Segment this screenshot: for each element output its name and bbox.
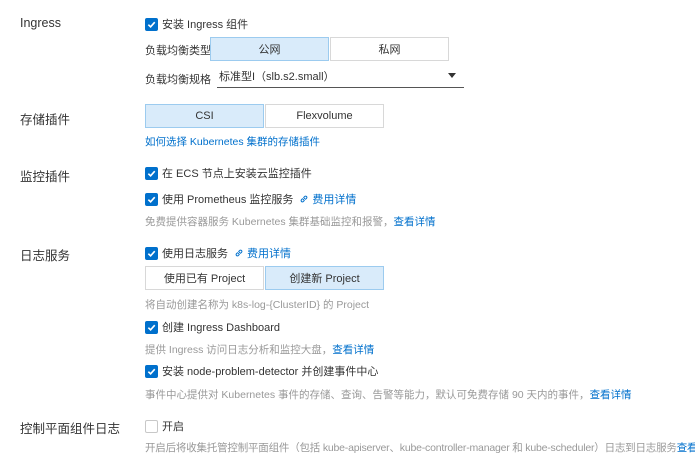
lb-type-public-button[interactable]: 公网 xyxy=(210,37,329,61)
prometheus-cost-link-label: 费用详情 xyxy=(312,194,357,206)
lb-type-private-button[interactable]: 私网 xyxy=(330,37,449,61)
npd-hint-link[interactable]: 查看详情 xyxy=(590,389,632,401)
storage-csi-button[interactable]: CSI xyxy=(145,104,264,128)
use-log-checkbox[interactable]: 使用日志服务 费用详情 xyxy=(145,245,291,261)
monitor-section-label: 监控插件 xyxy=(20,170,71,184)
link-icon xyxy=(235,249,243,257)
ingress-dashboard-label: 创建 Ingress Dashboard xyxy=(162,322,280,334)
control-plane-hint-text: 开启后将收集托管控制平面组件（包括 kube-apiserver、kube-co… xyxy=(145,442,677,454)
prometheus-cost-link[interactable]: 费用详情 xyxy=(299,191,356,207)
control-plane-hint: 开启后将收集托管控制平面组件（包括 kube-apiserver、kube-co… xyxy=(145,440,695,455)
checkbox-checked-icon[interactable] xyxy=(145,192,158,206)
ingress-section-label: Ingress xyxy=(20,16,61,30)
prometheus-label: 使用 Prometheus 监控服务 xyxy=(162,194,294,206)
link-icon xyxy=(301,195,308,203)
monitor-hint: 免费提供容器服务 Kubernetes 集群基础监控和报警，查看详情 xyxy=(145,214,436,229)
lb-spec-label: 负载均衡规格 xyxy=(145,74,211,86)
use-existing-project-button[interactable]: 使用已有 Project xyxy=(145,266,264,290)
npd-hint: 事件中心提供对 Kubernetes 事件的存储、查询、告警等能力，默认可免费存… xyxy=(145,387,632,402)
logging-section-label: 日志服务 xyxy=(20,249,71,263)
npd-hint-text: 事件中心提供对 Kubernetes 事件的存储、查询、告警等能力，默认可免费存… xyxy=(145,389,590,401)
checkbox-unchecked-icon[interactable] xyxy=(145,419,158,433)
create-new-project-button[interactable]: 创建新 Project xyxy=(265,266,384,290)
checkbox-checked-icon[interactable] xyxy=(145,246,158,260)
checkbox-checked-icon[interactable] xyxy=(145,17,158,31)
control-plane-hint-link[interactable]: 查看详情 xyxy=(677,442,695,454)
install-ingress-label: 安装 Ingress 组件 xyxy=(162,19,249,31)
control-plane-enable-checkbox[interactable]: 开启 xyxy=(145,418,184,434)
install-ingress-checkbox[interactable]: 安装 Ingress 组件 xyxy=(145,16,248,32)
use-log-label: 使用日志服务 xyxy=(162,248,228,260)
dashboard-hint-link[interactable]: 查看详情 xyxy=(332,344,374,356)
checkbox-checked-icon[interactable] xyxy=(145,166,158,180)
ecs-agent-label: 在 ECS 节点上安装云监控插件 xyxy=(162,168,312,180)
checkbox-checked-icon[interactable] xyxy=(145,364,158,378)
ecs-agent-checkbox[interactable]: 在 ECS 节点上安装云监控插件 xyxy=(145,165,312,181)
log-cost-link[interactable]: 费用详情 xyxy=(234,245,291,261)
ingress-dashboard-checkbox[interactable]: 创建 Ingress Dashboard xyxy=(145,319,280,335)
dashboard-hint-text: 提供 Ingress 访问日志分析和监控大盘， xyxy=(145,344,333,356)
monitor-hint-link[interactable]: 查看详情 xyxy=(394,216,436,228)
control-plane-section-label: 控制平面组件日志 xyxy=(20,422,121,436)
log-cost-link-label: 费用详情 xyxy=(247,248,291,260)
checkbox-checked-icon[interactable] xyxy=(145,320,158,334)
prometheus-checkbox[interactable]: 使用 Prometheus 监控服务 费用详情 xyxy=(145,191,356,207)
lb-spec-select[interactable]: 标准型I（slb.s2.small） xyxy=(217,64,464,88)
lb-spec-value: 标准型I（slb.s2.small） xyxy=(219,70,335,83)
storage-flexvolume-button[interactable]: Flexvolume xyxy=(265,104,384,128)
lb-type-label: 负载均衡类型 xyxy=(145,45,211,57)
monitor-hint-text: 免费提供容器服务 Kubernetes 集群基础监控和报警， xyxy=(145,216,394,228)
storage-help-link[interactable]: 如何选择 Kubernetes 集群的存储插件 xyxy=(145,134,320,149)
control-plane-enable-label: 开启 xyxy=(162,421,184,433)
npd-checkbox[interactable]: 安装 node-problem-detector 并创建事件中心 xyxy=(145,363,378,379)
project-hint: 将自动创建名称为 k8s-log-{ClusterID} 的 Project xyxy=(145,299,370,311)
caret-down-icon xyxy=(448,73,456,78)
dashboard-hint: 提供 Ingress 访问日志分析和监控大盘，查看详情 xyxy=(145,342,374,357)
storage-section-label: 存储插件 xyxy=(20,113,71,127)
npd-label: 安装 node-problem-detector 并创建事件中心 xyxy=(162,366,379,378)
